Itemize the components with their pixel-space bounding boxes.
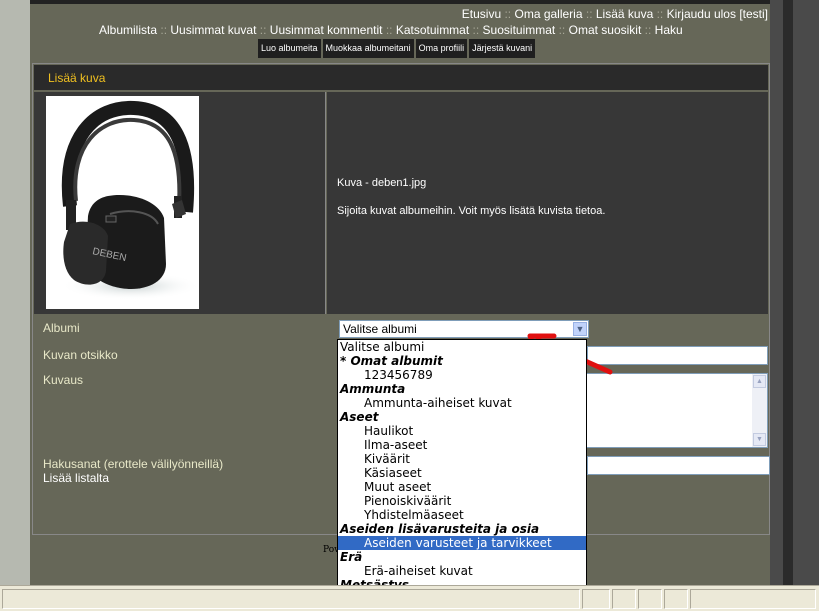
status-zone: [690, 589, 816, 609]
dropdown-option[interactable]: Kiväärit: [338, 452, 586, 466]
dropdown-option[interactable]: Muut aseet: [338, 480, 586, 494]
dropdown-option[interactable]: Ilma-aseet: [338, 438, 586, 452]
dropdown-group-label: Ammunta: [340, 382, 406, 396]
dropdown-option[interactable]: Valitse albumi: [338, 340, 586, 354]
nav-haku[interactable]: Haku: [655, 23, 683, 37]
oma-profiili-button[interactable]: Oma profiili: [415, 39, 468, 58]
file-name-text: Kuva - deben1.jpg: [337, 177, 427, 189]
add-from-list-label: Lisää listalta: [43, 471, 110, 485]
dropdown-option[interactable]: Aseiden varusteet ja tarvikkeet: [338, 536, 586, 550]
dropdown-option[interactable]: Erä-aiheiset kuvat: [338, 564, 586, 578]
luo-albumeita-button[interactable]: Luo albumeita: [258, 39, 321, 58]
album-dropdown-list[interactable]: Valitse albumi * Omat albumit 123456789 Amm…: [337, 339, 587, 609]
status-cell: [612, 589, 636, 609]
dropdown-option[interactable]: Pienoiskiväärit: [338, 494, 586, 508]
nav-albumilista[interactable]: Albumilista: [99, 23, 157, 37]
top-links: Etusivu :: Oma galleria :: Lisää kuva ::…: [462, 7, 768, 21]
keywords-label: Hakusanat (erottele välilyönneillä): [43, 457, 224, 471]
separator: ::: [259, 23, 267, 37]
album-select-value: Valitse albumi: [343, 322, 417, 336]
preview-cell: DEBEN: [34, 92, 326, 314]
link-kirjaudu-ulos[interactable]: Kirjaudu ulos [testi]: [667, 7, 768, 21]
nav-uusimmat-kommentit[interactable]: Uusimmat kommentit: [270, 23, 383, 37]
info-cell: Kuva - deben1.jpg Sijoita kuvat albumeih…: [327, 92, 768, 314]
separator: ::: [160, 23, 168, 37]
status-cell: [638, 589, 662, 609]
right-border: [770, 0, 819, 585]
separator: ::: [558, 23, 566, 37]
nav-links: Albumilista :: Uusimmat kuvat :: Uusimma…: [99, 23, 683, 37]
muokkaa-albumeitani-button[interactable]: Muokkaa albumeitani: [322, 39, 414, 58]
separator: ::: [656, 7, 664, 21]
dropdown-group-label: Erä: [340, 550, 363, 564]
status-main: [2, 589, 580, 609]
separator: ::: [385, 23, 393, 37]
description-label: Kuvaus: [43, 373, 84, 387]
right-border-shadow: [783, 0, 793, 585]
scroll-up-icon[interactable]: ▲: [753, 375, 766, 388]
dropdown-option[interactable]: Käsiaseet: [338, 466, 586, 480]
dropdown-option[interactable]: 123456789: [338, 368, 586, 382]
dropdown-group-label: Aseet: [340, 410, 379, 424]
separator: ::: [472, 23, 480, 37]
browser-viewport: Etusivu :: Oma galleria :: Lisää kuva ::…: [0, 0, 819, 611]
jarjesta-kuvani-button[interactable]: Järjestä kuvani: [469, 39, 536, 58]
separator: ::: [504, 7, 512, 21]
panel-header: Lisää kuva: [34, 65, 768, 90]
dropdown-group-label: Aseiden lisävarusteita ja osia: [340, 522, 540, 536]
textarea-scrollbar[interactable]: ▲ ▼: [752, 374, 767, 447]
keywords-input[interactable]: [587, 456, 770, 475]
dropdown-group-label: * Omat albumit: [340, 354, 443, 368]
user-button-bar: Luo albumeita Muokkaa albumeitani Oma pr…: [258, 39, 536, 58]
status-cell: [582, 589, 610, 609]
scroll-down-icon[interactable]: ▼: [753, 433, 766, 446]
nav-suosituimmat[interactable]: Suosituimmat: [483, 23, 556, 37]
album-label: Albumi: [43, 321, 80, 335]
dropdown-option[interactable]: Yhdistelmäaseet: [338, 508, 586, 522]
link-etusivu[interactable]: Etusivu: [462, 7, 501, 21]
help-text: Sijoita kuvat albumeihin. Voit myös lisä…: [337, 205, 606, 217]
status-cell: [664, 589, 688, 609]
page-title: Lisää kuva: [48, 71, 106, 85]
browser-status-bar: [0, 585, 819, 611]
separator: ::: [585, 7, 593, 21]
link-lisaa-kuva[interactable]: Lisää kuva: [596, 7, 653, 21]
dropdown-option[interactable]: Ammunta-aiheiset kuvat: [338, 396, 586, 410]
link-oma-galleria[interactable]: Oma galleria: [514, 7, 582, 21]
nav-omat-suosikit[interactable]: Omat suosikit: [569, 23, 642, 37]
separator: ::: [644, 23, 652, 37]
nav-uusimmat-kuvat[interactable]: Uusimmat kuvat: [170, 23, 256, 37]
dropdown-option[interactable]: Haulikot: [338, 424, 586, 438]
uploaded-photo: DEBEN: [46, 96, 201, 309]
title-label: Kuvan otsikko: [43, 348, 118, 362]
nav-katsotuimmat[interactable]: Katsotuimmat: [396, 23, 469, 37]
top-banner-edge: [30, 0, 770, 4]
